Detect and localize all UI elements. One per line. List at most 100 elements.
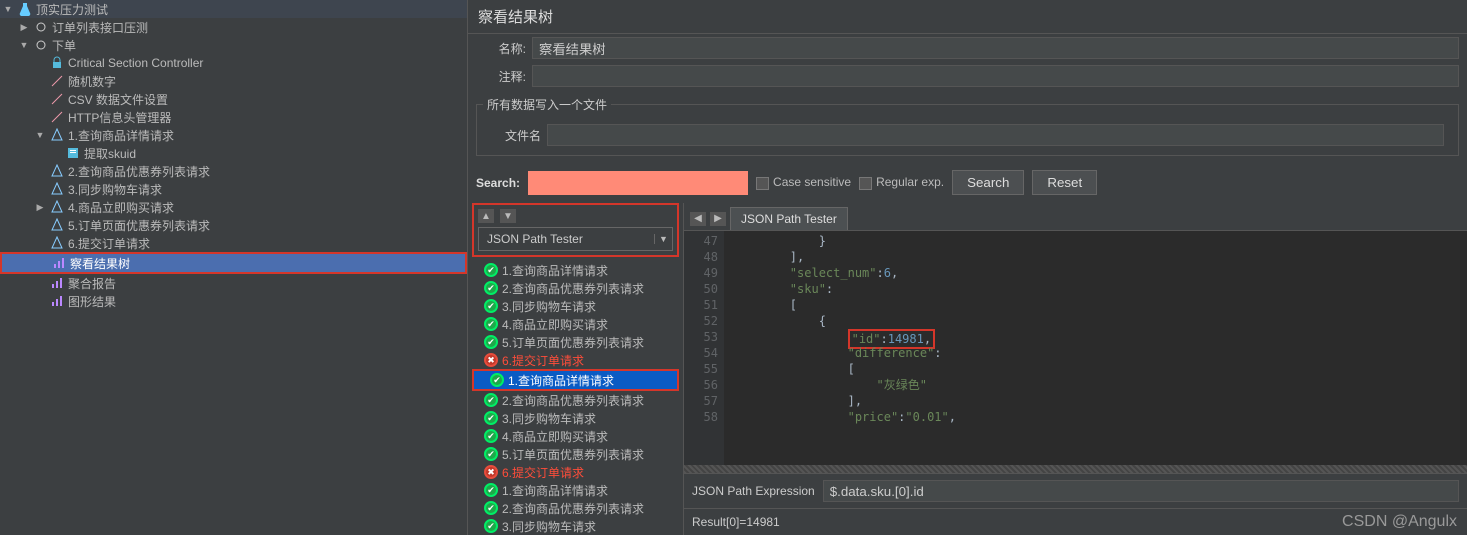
results-panel: 察看结果树 名称: 注释: 所有数据写入一个文件 文件名 Search: Cas… — [468, 0, 1467, 535]
success-icon: ✔ — [484, 281, 498, 295]
result-item-label: 2.查询商品优惠券列表请求 — [502, 500, 644, 517]
result-item-label: 6.提交订单请求 — [502, 464, 584, 481]
tree-item-label: 订单列表接口压测 — [52, 19, 148, 36]
tree-item-label: 1.查询商品详情请求 — [68, 127, 174, 144]
success-icon: ✔ — [484, 335, 498, 349]
tree-item[interactable]: HTTP信息头管理器 — [0, 108, 467, 126]
sample-result-item[interactable]: ✔1.查询商品详情请求 — [468, 261, 683, 279]
result-item-label: 3.同步购物车请求 — [502, 410, 596, 427]
tree-item[interactable]: 提取skuid — [0, 144, 467, 162]
tree-item[interactable]: ▼顶实压力测试 — [0, 0, 467, 18]
case-sensitive-checkbox[interactable]: Case sensitive — [756, 175, 851, 189]
tree-item[interactable]: 随机数字 — [0, 72, 467, 90]
tree-item-label: HTTP信息头管理器 — [68, 109, 171, 126]
sample-result-item[interactable]: ✔4.商品立即购买请求 — [468, 315, 683, 333]
gear-icon — [33, 19, 49, 35]
error-icon: ✖ — [484, 353, 498, 367]
comment-label: 注释: — [476, 68, 526, 85]
tree-item[interactable]: ▶ 订单列表接口压测 — [0, 18, 467, 36]
sample-result-item[interactable]: ✔ 3.同步购物车请求 — [468, 297, 683, 315]
tab-scroll-left[interactable]: ◀ — [690, 212, 706, 226]
tree-item-label: 下单 — [52, 37, 76, 54]
tree-item[interactable]: ▶ 4.商品立即购买请求 — [0, 198, 467, 216]
tree-toggle-icon[interactable]: ▶ — [34, 202, 46, 213]
search-button[interactable]: Search — [952, 170, 1024, 195]
drop-icon — [49, 181, 65, 197]
result-item-label: 5.订单页面优惠券列表请求 — [502, 446, 644, 463]
sample-result-item[interactable]: ✔4.商品立即购买请求 — [468, 427, 683, 445]
drop-icon — [49, 217, 65, 233]
tree-item[interactable]: Critical Section Controller — [0, 54, 467, 72]
tree-toggle-icon[interactable]: ▼ — [2, 4, 14, 14]
tree-item[interactable]: CSV 数据文件设置 — [0, 90, 467, 108]
drop-icon — [49, 127, 65, 143]
success-icon: ✔ — [484, 299, 498, 313]
tree-item-label: 图形结果 — [68, 293, 116, 310]
note-icon — [65, 145, 81, 161]
sample-result-item[interactable]: ✔ 3.同步购物车请求 — [468, 517, 683, 535]
tree-item-label: 随机数字 — [68, 73, 116, 90]
flask-icon — [17, 1, 33, 17]
success-icon: ✔ — [484, 483, 498, 497]
chart-icon — [49, 275, 65, 291]
write-file-fieldset: 所有数据写入一个文件 文件名 — [476, 96, 1459, 156]
tree-item[interactable]: 6.提交订单请求 — [0, 234, 467, 252]
tree-item-label: 提取skuid — [84, 145, 136, 162]
panel-title: 察看结果树 — [468, 0, 1467, 34]
comment-input[interactable] — [532, 65, 1459, 87]
tree-item-label: 3.同步购物车请求 — [68, 181, 162, 198]
result-item-label: 3.同步购物车请求 — [502, 298, 596, 315]
tree-item[interactable]: 图形结果 — [0, 292, 467, 310]
json-path-result: Result[0]=14981 — [684, 509, 1467, 535]
tree-toggle-icon[interactable]: ▼ — [18, 40, 30, 50]
filename-label: 文件名 — [491, 127, 541, 144]
tree-toggle-icon[interactable]: ▼ — [34, 130, 46, 140]
sample-result-item[interactable]: ✖6.提交订单请求 — [468, 351, 683, 369]
regex-checkbox[interactable]: Regular exp. — [859, 175, 944, 189]
success-icon: ✔ — [490, 373, 504, 387]
tab-scroll-right[interactable]: ▶ — [710, 212, 726, 226]
tree-item[interactable]: ▼ 1.查询商品详情请求 — [0, 126, 467, 144]
tree-item-label: 4.商品立即购买请求 — [68, 199, 174, 216]
sample-result-item[interactable]: ✔5.订单页面优惠券列表请求 — [468, 445, 683, 463]
horizontal-scrollbar[interactable] — [684, 465, 1467, 473]
tree-item[interactable]: ▼ 下单 — [0, 36, 467, 54]
wand-icon — [49, 91, 65, 107]
sample-result-item[interactable]: ✔ 3.同步购物车请求 — [468, 409, 683, 427]
sample-result-item[interactable]: ✔1.查询商品详情请求 — [468, 481, 683, 499]
collapse-up-button[interactable]: ▲ — [478, 209, 494, 223]
reset-button[interactable]: Reset — [1032, 170, 1097, 195]
tree-item-label: CSV 数据文件设置 — [68, 91, 168, 108]
response-code-viewer[interactable]: 474849505152535455565758 } ], "select_nu… — [684, 230, 1467, 465]
tree-toggle-icon[interactable]: ▶ — [18, 22, 30, 33]
sample-results-column: ▲ ▼ JSON Path Tester ▼ ✔1.查询商品详情请求✔2.查询商… — [468, 203, 684, 535]
json-path-input[interactable] — [823, 480, 1459, 502]
sample-result-item[interactable]: ✔2.查询商品优惠券列表请求 — [468, 279, 683, 297]
tree-item[interactable]: 5.订单页面优惠券列表请求 — [0, 216, 467, 234]
tree-item[interactable]: 察看结果树 — [2, 254, 465, 272]
sample-result-item[interactable]: ✔2.查询商品优惠券列表请求 — [468, 391, 683, 409]
tree-item[interactable]: 聚合报告 — [0, 274, 467, 292]
tree-item-label: 5.订单页面优惠券列表请求 — [68, 217, 210, 234]
tree-item[interactable]: 3.同步购物车请求 — [0, 180, 467, 198]
collapse-down-button[interactable]: ▼ — [500, 209, 516, 223]
tree-item[interactable]: 2.查询商品优惠券列表请求 — [0, 162, 467, 180]
success-icon: ✔ — [484, 263, 498, 277]
sample-result-item[interactable]: ✔ 1.查询商品详情请求 — [474, 371, 677, 389]
sample-result-item[interactable]: ✔2.查询商品优惠券列表请求 — [468, 499, 683, 517]
renderer-combo[interactable]: JSON Path Tester ▼ — [478, 227, 673, 251]
name-input[interactable] — [532, 37, 1459, 59]
filename-input[interactable] — [547, 124, 1444, 146]
name-label: 名称: — [476, 40, 526, 57]
success-icon: ✔ — [484, 411, 498, 425]
success-icon: ✔ — [484, 519, 498, 533]
lock-icon — [49, 55, 65, 71]
sample-result-list[interactable]: ✔1.查询商品详情请求✔2.查询商品优惠券列表请求✔3.同步购物车请求✔4.商品… — [468, 261, 683, 535]
result-item-label: 3.同步购物车请求 — [502, 518, 596, 535]
result-item-label: 1.查询商品详情请求 — [508, 372, 614, 389]
search-input[interactable] — [528, 171, 748, 195]
sample-result-item[interactable]: ✖6.提交订单请求 — [468, 463, 683, 481]
sample-result-item[interactable]: ✔5.订单页面优惠券列表请求 — [468, 333, 683, 351]
tree-item-label: 察看结果树 — [70, 255, 130, 272]
tab-json-path-tester[interactable]: JSON Path Tester — [730, 207, 848, 230]
